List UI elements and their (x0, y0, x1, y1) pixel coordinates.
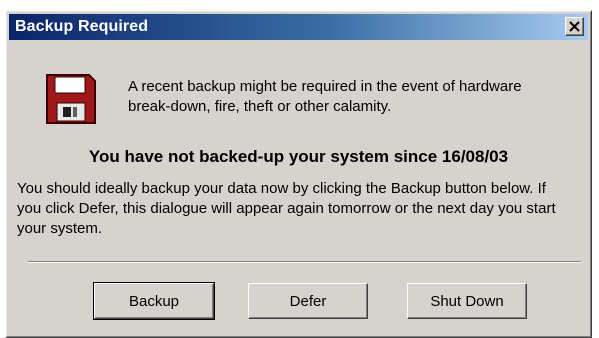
separator (28, 261, 581, 263)
close-button[interactable] (565, 17, 584, 36)
close-icon (569, 21, 580, 32)
instruction-text: You should ideally backup your data now … (17, 180, 556, 237)
window-title: Backup Required (15, 18, 149, 35)
title-bar[interactable]: Backup Required (9, 14, 588, 40)
last-backup-warning: You have not backed-up your system since… (88, 147, 509, 166)
floppy-disk-icon (43, 71, 99, 127)
backup-required-dialog: Backup Required A recent backup might be… (5, 10, 592, 338)
shut-down-button[interactable]: Shut Down (407, 283, 527, 319)
defer-button[interactable]: Defer (248, 283, 368, 319)
intro-text: A recent backup might be required in the… (128, 78, 522, 115)
backup-button[interactable]: Backup (93, 282, 215, 320)
